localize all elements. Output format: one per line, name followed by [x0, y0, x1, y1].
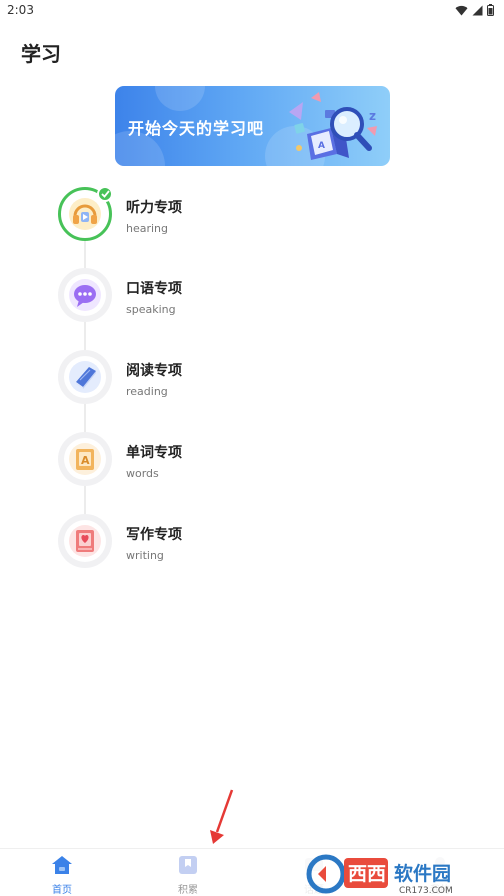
svg-text:软件园: 软件园: [394, 862, 451, 885]
lesson-subtitle: words: [126, 467, 159, 480]
svg-text:A: A: [81, 454, 90, 467]
wifi-icon: [455, 5, 468, 16]
lesson-subtitle: hearing: [126, 222, 169, 235]
lesson-hearing[interactable]: 听力专项 hearing: [58, 186, 358, 243]
watermark-logo: 西西 软件园 CR173.COM: [304, 850, 504, 896]
lesson-icon-ring: [58, 514, 112, 568]
svg-text:CR173.COM: CR173.COM: [399, 886, 453, 896]
lesson-subtitle: writing: [126, 549, 164, 562]
chat-bubble-icon: [69, 279, 101, 311]
completed-check-icon: [97, 186, 113, 202]
status-icons: [455, 4, 494, 16]
lesson-subtitle: reading: [126, 385, 168, 398]
status-time: 2:03: [7, 3, 34, 17]
diary-heart-icon: [69, 525, 101, 557]
screen: 2:03 学习 开始今天的学习吧 A z 听力专项 hearing 口语专项 s…: [0, 0, 504, 896]
lesson-title: 写作专项: [126, 527, 182, 543]
battery-icon: [487, 4, 494, 16]
home-icon: [52, 856, 72, 874]
lesson-icon-ring: A: [58, 432, 112, 486]
bookmark-book-icon: [179, 856, 197, 874]
lesson-writing[interactable]: 写作专项 writing: [58, 514, 358, 570]
lesson-icon-ring: [58, 350, 112, 404]
lesson-title: 口语专项: [126, 281, 182, 297]
lesson-title: 单词专项: [126, 445, 182, 461]
svg-text:A: A: [318, 141, 325, 151]
letter-a-book-icon: A: [69, 443, 101, 475]
lesson-title: 听力专项: [126, 200, 182, 216]
page-title: 学习: [21, 42, 61, 66]
lesson-title: 阅读专项: [126, 363, 182, 379]
lesson-icon-ring: [58, 186, 113, 241]
lesson-speaking[interactable]: 口语专项 speaking: [58, 268, 358, 324]
lesson-subtitle: speaking: [126, 303, 176, 316]
signal-icon: [472, 5, 483, 15]
headphones-icon: [69, 198, 101, 230]
annotation-arrow-icon: [210, 789, 234, 844]
magnifier-book-illustration: A z: [289, 92, 377, 160]
nav-home[interactable]: 首页: [32, 855, 92, 896]
status-bar: 2:03: [0, 0, 504, 22]
banner-text: 开始今天的学习吧: [128, 119, 265, 138]
lesson-words[interactable]: A 单词专项 words: [58, 432, 358, 488]
nav-accumulate[interactable]: 积累: [158, 855, 218, 896]
lesson-reading[interactable]: 阅读专项 reading: [58, 350, 358, 406]
svg-text:z: z: [369, 109, 376, 123]
nav-label: 积累: [178, 885, 198, 896]
start-learning-banner[interactable]: 开始今天的学习吧 A z: [115, 86, 390, 166]
book-icon: [69, 361, 101, 393]
nav-label: 首页: [52, 885, 72, 896]
svg-text:西西: 西西: [348, 863, 386, 885]
lesson-icon-ring: [58, 268, 112, 322]
